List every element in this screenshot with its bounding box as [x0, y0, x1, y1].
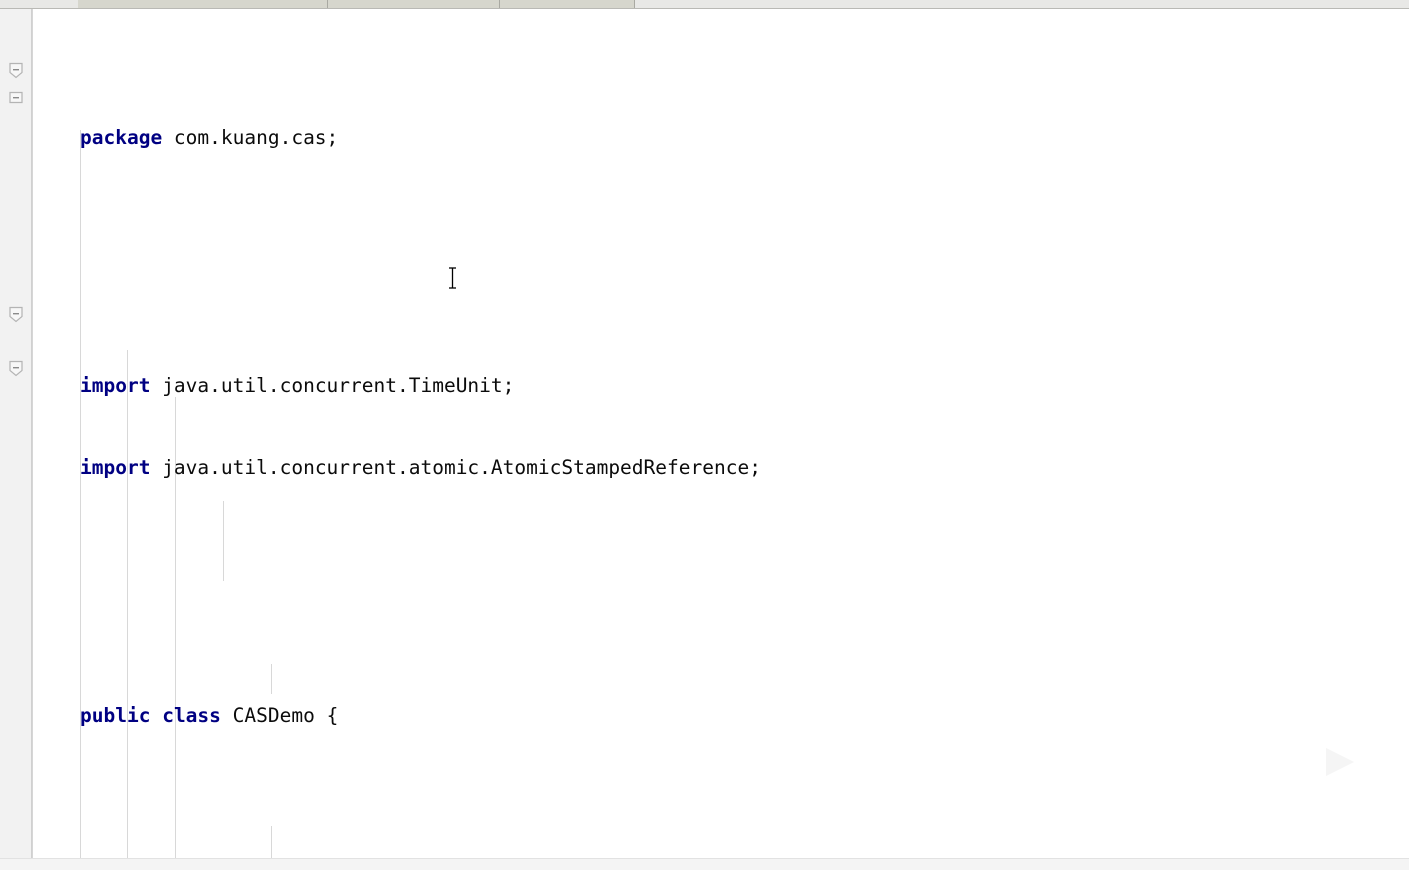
- toolbar-tabs[interactable]: [78, 0, 635, 8]
- code-line-import-1[interactable]: import java.util.concurrent.TimeUnit;: [33, 372, 1389, 400]
- class-open-brace: {: [326, 703, 339, 727]
- code-line-import-2[interactable]: import java.util.concurrent.atomic.Atomi…: [33, 454, 1389, 482]
- keyword-import-2: import: [80, 456, 151, 479]
- code-line-class-decl[interactable]: public class CASDemo {: [33, 702, 1389, 730]
- fold-collapse-icon-thread-lambda[interactable]: [9, 360, 24, 377]
- editor-text-area[interactable]: package com.kuang.cas; import java.util.…: [33, 9, 1409, 858]
- code-editor-window: package com.kuang.cas; import java.util.…: [0, 0, 1409, 870]
- fold-collapse-icon-import-2[interactable]: [9, 91, 24, 108]
- fold-collapse-icon-import-1[interactable]: [9, 62, 24, 79]
- import-path-1: java.util.concurrent.TimeUnit;: [150, 373, 515, 397]
- toolbar-strip: [0, 0, 1409, 9]
- keyword-import-1: import: [80, 373, 151, 397]
- keyword-class: class: [162, 703, 221, 727]
- toolbar-tab-3[interactable]: [500, 0, 635, 8]
- code-line-blank-1[interactable]: [33, 234, 1389, 262]
- code-line-blank-3[interactable]: [33, 812, 1389, 840]
- import-path-2: java.util.concurrent.atomic.AtomicStampe…: [150, 456, 761, 479]
- toolbar-tab-1[interactable]: [78, 0, 328, 8]
- editor-gutter[interactable]: [0, 9, 32, 858]
- horizontal-scrollbar-track[interactable]: [0, 858, 1409, 870]
- code-line-package[interactable]: package com.kuang.cas;: [33, 124, 1389, 152]
- keyword-package: package: [80, 126, 163, 149]
- code-line-blank-2[interactable]: [33, 564, 1389, 592]
- keyword-public-class: public: [80, 703, 151, 727]
- package-name: com.kuang.cas;: [162, 126, 339, 149]
- toolbar-tab-2[interactable]: [328, 0, 500, 8]
- fold-collapse-icon-main-method[interactable]: [9, 306, 24, 323]
- class-name: CASDemo: [232, 703, 315, 727]
- source-code[interactable]: package com.kuang.cas; import java.util.…: [33, 9, 1389, 858]
